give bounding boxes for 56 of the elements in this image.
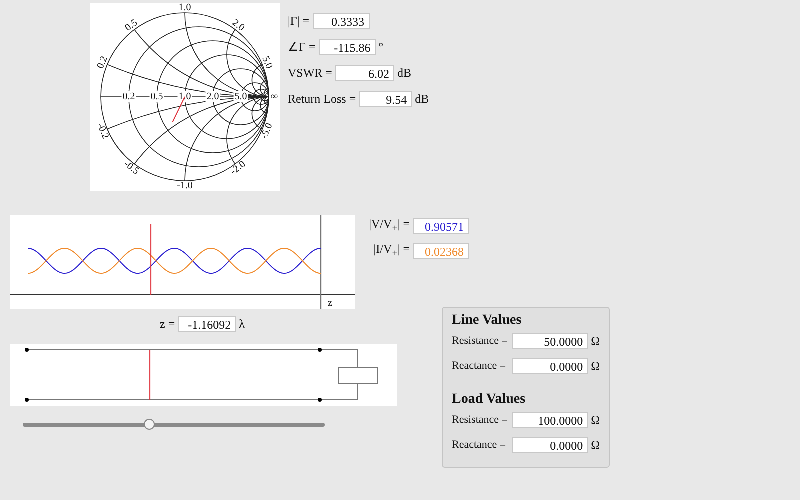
readout-label: |Γ| = — [288, 14, 310, 28]
reactance-label: 5.0 — [260, 54, 275, 71]
unit-label: Ω — [591, 334, 600, 348]
value-field[interactable]: 9.54 — [359, 91, 412, 107]
unit-label: dB — [415, 92, 430, 106]
input-field[interactable]: 0.0000 — [512, 437, 588, 453]
terminal-dot — [318, 398, 322, 402]
axis-label: z — [328, 298, 332, 309]
readout-label: |I/V$_{+}$| = — [372, 242, 410, 260]
field-label: Reactance = — [452, 439, 508, 451]
reactance-label: 0.2 — [95, 54, 110, 71]
unit-label: Ω — [591, 358, 600, 374]
value-field[interactable]: 6.02 — [335, 65, 394, 81]
input-field[interactable]: 100.0000 — [512, 412, 588, 428]
reactance-label: 0.5 — [123, 18, 140, 34]
unit-label: Ω — [591, 412, 600, 428]
reactance-label: -5.0 — [259, 122, 276, 141]
resistance-label: 2.0 — [206, 92, 220, 102]
input-field[interactable]: 50.0000 — [512, 333, 588, 349]
resistance-label: 0.2 — [122, 92, 136, 102]
load-symbol — [338, 368, 378, 384]
readout-label: VSWR = — [288, 66, 332, 80]
reactance-label: -0.5 — [122, 159, 142, 178]
resistance-label: ∞ — [271, 92, 278, 102]
unit-label: λ — [239, 316, 245, 332]
terminal-dot — [25, 348, 29, 352]
section-title: Line Values — [452, 313, 523, 329]
reactance-label: -0.2 — [94, 122, 111, 141]
reactance-label: -1.0 — [177, 180, 193, 191]
unit-label: dB — [397, 66, 412, 80]
field-label: Resistance = — [452, 414, 509, 426]
unit-label: ° — [378, 40, 384, 54]
field-label: Reactance = — [452, 360, 508, 372]
readout-label: ∠Γ = — [288, 40, 316, 54]
resistance-label: 1.0 — [178, 92, 192, 102]
readout-label: |V/V$_{+}$| = — [368, 216, 410, 234]
unit-label: Ω — [591, 438, 600, 452]
terminal-dot — [318, 348, 322, 352]
value-field[interactable]: -115.86 — [318, 39, 376, 55]
reactance-label: -2.0 — [228, 159, 248, 178]
terminal-dot — [25, 398, 29, 402]
value-field[interactable]: 0.3333 — [312, 13, 370, 29]
value-field[interactable]: 0.90571 — [413, 218, 469, 234]
section-title: Load Values — [452, 392, 527, 408]
reactance-label: 2.0 — [230, 18, 247, 34]
position-marker — [150, 350, 151, 400]
slider-thumb[interactable] — [144, 419, 155, 430]
resistance-label: 0.5 — [150, 92, 164, 102]
position-label: z = — [160, 316, 176, 332]
reactance-label: 1.0 — [178, 3, 192, 14]
resistance-label: 5.0 — [234, 92, 248, 102]
input-field[interactable]: 0.0000 — [512, 358, 588, 374]
readout-label: Return Loss = — [288, 92, 356, 106]
position-field[interactable]: -1.16092 — [178, 316, 236, 332]
field-label: Resistance = — [452, 335, 509, 347]
position-marker — [150, 224, 152, 296]
